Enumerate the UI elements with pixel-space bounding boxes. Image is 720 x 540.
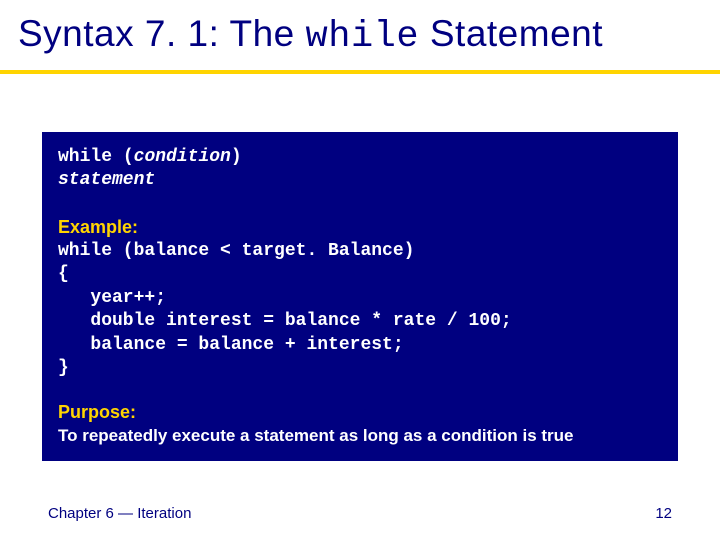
title-suffix: Statement bbox=[419, 13, 603, 54]
syntax-block: while (condition) statement bbox=[58, 146, 662, 191]
syntax-statement: statement bbox=[58, 170, 155, 190]
title-prefix: Syntax 7. 1: The bbox=[18, 13, 306, 54]
footer-page-number: 12 bbox=[655, 505, 672, 522]
title-mono: while bbox=[306, 16, 420, 58]
example-label: Example: bbox=[58, 217, 662, 238]
slide: Syntax 7. 1: The while Statement while (… bbox=[0, 0, 720, 540]
syntax-close-paren: ) bbox=[231, 147, 242, 167]
footer-chapter: Chapter 6 — Iteration bbox=[48, 505, 191, 522]
purpose-label: Purpose: bbox=[58, 402, 662, 423]
syntax-keyword: while bbox=[58, 147, 112, 167]
content-box: while (condition) statement Example: whi… bbox=[42, 132, 678, 461]
syntax-open-paren: ( bbox=[123, 147, 134, 167]
purpose-text: To repeatedly execute a statement as lon… bbox=[58, 425, 662, 446]
title-underline bbox=[0, 70, 720, 74]
slide-title: Syntax 7. 1: The while Statement bbox=[18, 14, 702, 58]
example-code: while (balance < target. Balance) { year… bbox=[58, 240, 662, 380]
syntax-condition: condition bbox=[134, 147, 231, 167]
